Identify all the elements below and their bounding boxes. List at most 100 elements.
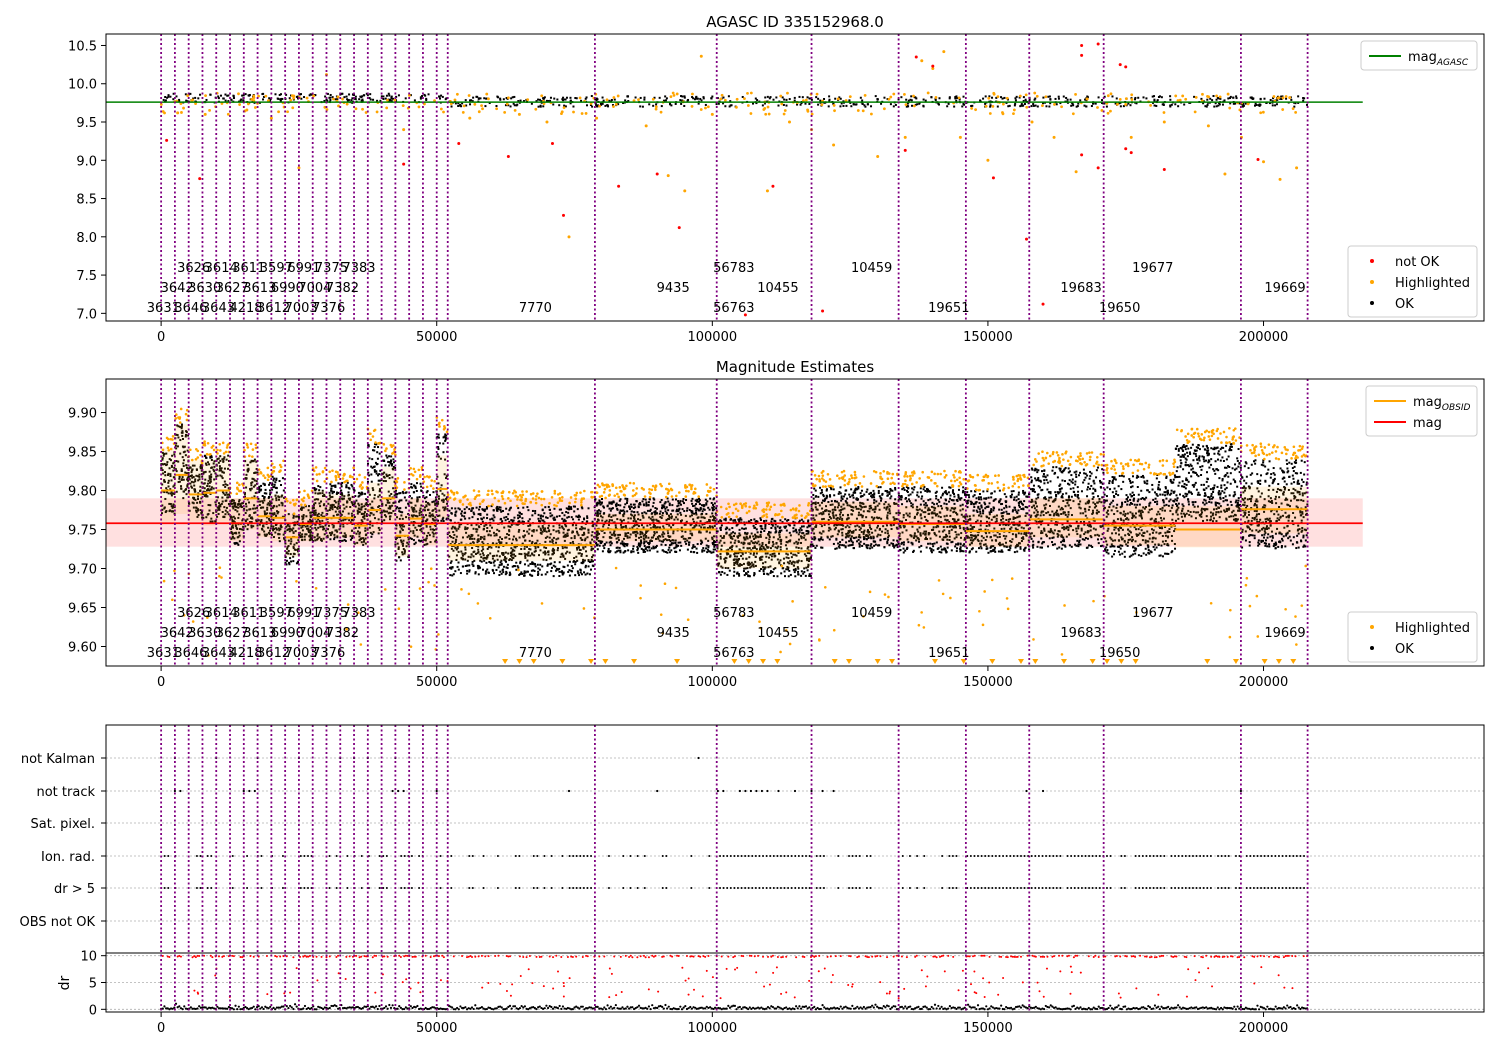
highlighted-point — [239, 489, 243, 493]
ok-point — [189, 92, 192, 95]
ok-point — [282, 489, 285, 492]
ok-point — [859, 96, 862, 99]
ok-point — [705, 547, 708, 550]
ok-point — [710, 97, 713, 100]
not-ok-point — [1124, 65, 1128, 69]
ok-point — [558, 567, 561, 570]
ok-point — [586, 520, 589, 523]
ok-point — [242, 99, 245, 102]
ok-point — [523, 574, 526, 577]
obsid-label: 19650 — [1099, 301, 1140, 316]
highlighted-point — [300, 503, 303, 507]
ok-point — [643, 96, 646, 99]
highlighted-point — [1178, 98, 1182, 102]
x-tick-label: 0 — [157, 330, 165, 345]
ok-point — [482, 509, 485, 512]
ok-point — [386, 456, 389, 459]
ok-point — [506, 563, 509, 566]
ok-point — [276, 97, 279, 100]
highlighted-point — [515, 504, 519, 508]
ok-point — [328, 491, 331, 494]
ok-point — [553, 507, 556, 510]
highlighted-point — [486, 493, 489, 497]
highlighted-point — [958, 135, 962, 139]
highlighted-point — [403, 481, 406, 484]
ok-point — [848, 99, 851, 102]
ok-point — [598, 544, 601, 547]
highlighted-point — [1278, 177, 1282, 181]
highlighted-point — [574, 497, 578, 501]
ok-point — [670, 542, 673, 545]
x-tick-label: 50000 — [416, 330, 457, 345]
ok-point — [583, 571, 586, 574]
ok-point — [345, 484, 348, 487]
ok-point — [329, 93, 332, 96]
highlighted-point — [517, 112, 521, 116]
ok-point — [575, 97, 578, 100]
ok-point — [722, 96, 725, 99]
ok-point — [562, 99, 565, 102]
ok-point — [546, 571, 549, 574]
ok-point — [570, 565, 573, 568]
ok-point — [639, 543, 642, 546]
ok-point — [526, 570, 529, 573]
ok-point — [478, 508, 481, 511]
ok-point — [344, 540, 347, 543]
ok-point — [713, 502, 716, 505]
ok-point — [285, 559, 288, 562]
ok-point — [382, 97, 385, 100]
ok-point — [197, 97, 200, 100]
ok-point — [489, 518, 492, 521]
ok-point — [681, 508, 684, 511]
ok-point — [332, 484, 335, 487]
highlighted-point — [251, 448, 255, 451]
highlighted-point — [278, 463, 282, 467]
ok-point — [1242, 104, 1245, 107]
ok-point — [804, 102, 807, 105]
ok-point — [554, 569, 557, 572]
ok-point — [573, 505, 576, 508]
ok-point — [1054, 97, 1057, 100]
ok-point — [450, 105, 453, 108]
ok-point — [492, 519, 495, 522]
ok-point — [660, 105, 663, 108]
highlighted-point — [491, 503, 494, 506]
ok-point — [167, 95, 170, 98]
not-ok-point — [1025, 237, 1029, 241]
ok-point — [491, 568, 494, 571]
highlighted-point — [302, 496, 306, 500]
ok-point — [162, 98, 165, 101]
ok-point — [479, 566, 482, 569]
ok-point — [568, 569, 571, 572]
highlighted-point — [203, 112, 207, 116]
ok-point — [472, 511, 475, 514]
ok-point — [429, 493, 432, 496]
highlighted-point — [651, 97, 655, 101]
ok-point — [788, 98, 791, 101]
ok-point — [598, 499, 601, 502]
ok-point — [663, 550, 666, 553]
ok-point — [680, 503, 683, 506]
ok-point — [331, 490, 334, 493]
highlighted-point — [542, 497, 546, 501]
ok-point — [329, 99, 332, 102]
highlighted-point — [516, 498, 519, 501]
highlighted-point — [568, 501, 571, 505]
ok-point — [669, 544, 672, 547]
ok-point — [464, 517, 467, 520]
ok-point — [636, 511, 639, 514]
ok-point — [953, 105, 956, 108]
highlighted-point — [428, 475, 431, 479]
highlighted-point — [412, 467, 416, 471]
highlighted-point — [176, 111, 180, 115]
ok-point — [199, 93, 202, 96]
highlighted-point — [863, 94, 867, 97]
ok-point — [555, 515, 558, 518]
ok-point — [501, 520, 504, 523]
y-tick-label: 9.5 — [76, 116, 97, 131]
not-ok-point — [931, 64, 935, 68]
ok-point — [577, 515, 580, 518]
ok-point — [415, 482, 418, 485]
ok-point — [450, 507, 453, 510]
ok-point — [1153, 98, 1156, 101]
